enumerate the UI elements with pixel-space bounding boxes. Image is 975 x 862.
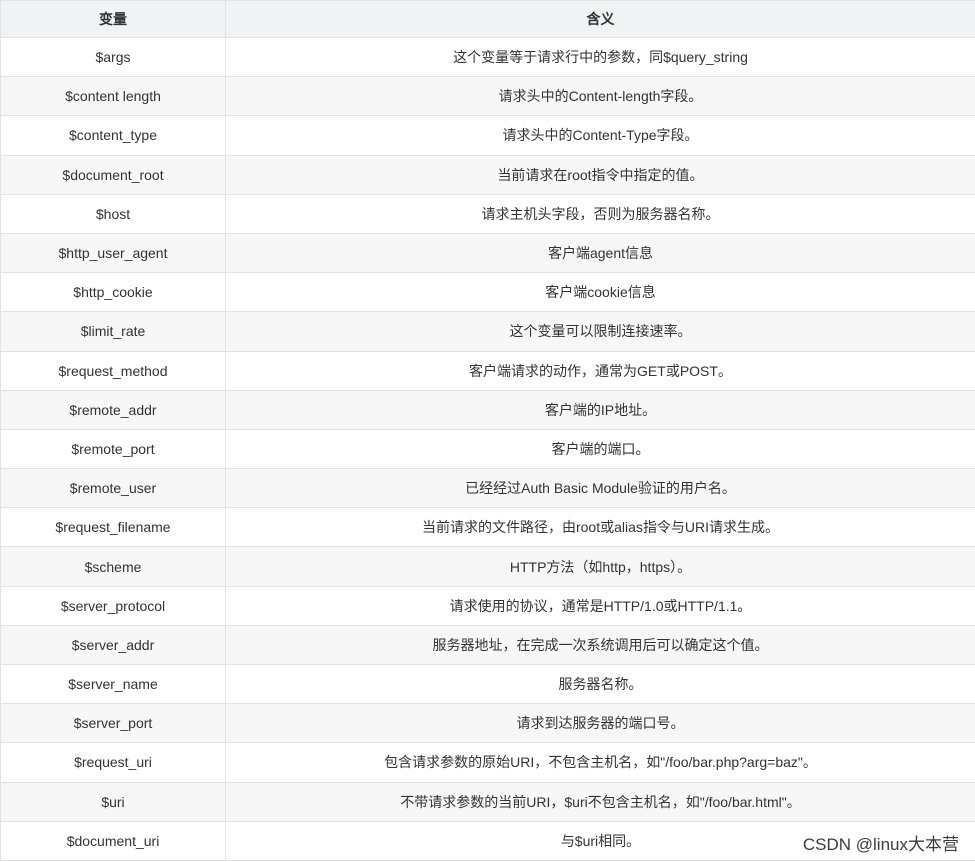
meaning-cell: 客户端的IP地址。 (225, 389, 975, 430)
variable-cell: $document_root (0, 154, 226, 195)
meaning-cell: 这个变量等于请求行中的参数，同$query_string (225, 36, 975, 78)
table-row: $uri 不带请求参数的当前URI，$uri不包含主机名，如"/foo/bar.… (0, 781, 975, 822)
meaning-cell: 客户端cookie信息 (225, 272, 975, 313)
variable-cell: $limit_rate (0, 311, 226, 352)
header-variable: 变量 (0, 0, 226, 38)
variable-cell: $host (0, 193, 226, 234)
table-row: $server_name 服务器名称。 (0, 663, 975, 705)
meaning-cell: 客户端agent信息 (225, 232, 975, 274)
variable-cell: $remote_addr (0, 389, 226, 430)
meaning-cell: 服务器地址，在完成一次系统调用后可以确定这个值。 (225, 624, 975, 666)
variable-cell: $http_user_agent (0, 232, 226, 274)
variable-cell: $server_protocol (0, 585, 226, 626)
meaning-cell: 这个变量可以限制连接速率。 (225, 311, 975, 352)
header-meaning: 含义 (225, 0, 975, 38)
variable-cell: $server_name (0, 663, 226, 705)
table-row: $request_method 客户端请求的动作，通常为GET或POST。 (0, 350, 975, 391)
meaning-cell: 请求头中的Content-length字段。 (225, 76, 975, 117)
variable-cell: $http_cookie (0, 272, 226, 313)
table-row: $args 这个变量等于请求行中的参数，同$query_string (0, 36, 975, 78)
variable-cell: $scheme (0, 546, 226, 587)
meaning-cell: 请求使用的协议，通常是HTTP/1.0或HTTP/1.1。 (225, 585, 975, 626)
table-row: $request_uri 包含请求参数的原始URI，不包含主机名，如"/foo/… (0, 742, 975, 783)
meaning-cell: 请求到达服务器的端口号。 (225, 703, 975, 744)
table-row: $server_port 请求到达服务器的端口号。 (0, 703, 975, 744)
meaning-cell: 不带请求参数的当前URI，$uri不包含主机名，如"/foo/bar.html"… (225, 781, 975, 822)
meaning-cell: 客户端的端口。 (225, 428, 975, 470)
table-row: $document_root 当前请求在root指令中指定的值。 (0, 154, 975, 195)
table-row: $http_cookie 客户端cookie信息 (0, 272, 975, 313)
variable-cell: $document_uri (0, 820, 226, 861)
variable-cell: $content length (0, 76, 226, 117)
meaning-cell: 当前请求的文件路径，由root或alias指令与URI请求生成。 (225, 507, 975, 548)
variable-cell: $remote_user (0, 468, 226, 509)
meaning-cell: 已经经过Auth Basic Module验证的用户名。 (225, 468, 975, 509)
table-row: $server_protocol 请求使用的协议，通常是HTTP/1.0或HTT… (0, 585, 975, 626)
table-row: $limit_rate 这个变量可以限制连接速率。 (0, 311, 975, 352)
table-row: $remote_port 客户端的端口。 (0, 428, 975, 470)
variable-cell: $content_type (0, 115, 226, 156)
meaning-cell: 包含请求参数的原始URI，不包含主机名，如"/foo/bar.php?arg=b… (225, 742, 975, 783)
meaning-cell: 服务器名称。 (225, 663, 975, 705)
table-row: $http_user_agent 客户端agent信息 (0, 232, 975, 274)
variable-cell: $request_uri (0, 742, 226, 783)
variable-cell: $request_method (0, 350, 226, 391)
variable-cell: $uri (0, 781, 226, 822)
table-row: $host 请求主机头字段，否则为服务器名称。 (0, 193, 975, 234)
table-row: $request_filename 当前请求的文件路径，由root或alias指… (0, 507, 975, 548)
table-row: $scheme HTTP方法（如http，https）。 (0, 546, 975, 587)
table-row: $content length 请求头中的Content-length字段。 (0, 76, 975, 117)
variable-cell: $args (0, 36, 226, 78)
variable-cell: $server_addr (0, 624, 226, 666)
meaning-cell: HTTP方法（如http，https）。 (225, 546, 975, 587)
table-row: $server_addr 服务器地址，在完成一次系统调用后可以确定这个值。 (0, 624, 975, 666)
variable-cell: $request_filename (0, 507, 226, 548)
meaning-cell: 请求主机头字段，否则为服务器名称。 (225, 193, 975, 234)
table-row: $remote_addr 客户端的IP地址。 (0, 389, 975, 430)
table-row: $remote_user 已经经过Auth Basic Module验证的用户名… (0, 468, 975, 509)
csdn-watermark: CSDN @linux大本营 (800, 830, 961, 855)
page: 变量 含义 $args 这个变量等于请求行中的参数，同$query_string… (0, 0, 975, 862)
table-row: $content_type 请求头中的Content-Type字段。 (0, 115, 975, 156)
meaning-cell: 客户端请求的动作，通常为GET或POST。 (225, 350, 975, 391)
meaning-cell: 请求头中的Content-Type字段。 (225, 115, 975, 156)
meaning-cell: 当前请求在root指令中指定的值。 (225, 154, 975, 195)
table-header-row: 变量 含义 (0, 0, 975, 38)
variables-table: 变量 含义 $args 这个变量等于请求行中的参数，同$query_string… (0, 0, 975, 861)
variable-cell: $server_port (0, 703, 226, 744)
variable-cell: $remote_port (0, 428, 226, 470)
